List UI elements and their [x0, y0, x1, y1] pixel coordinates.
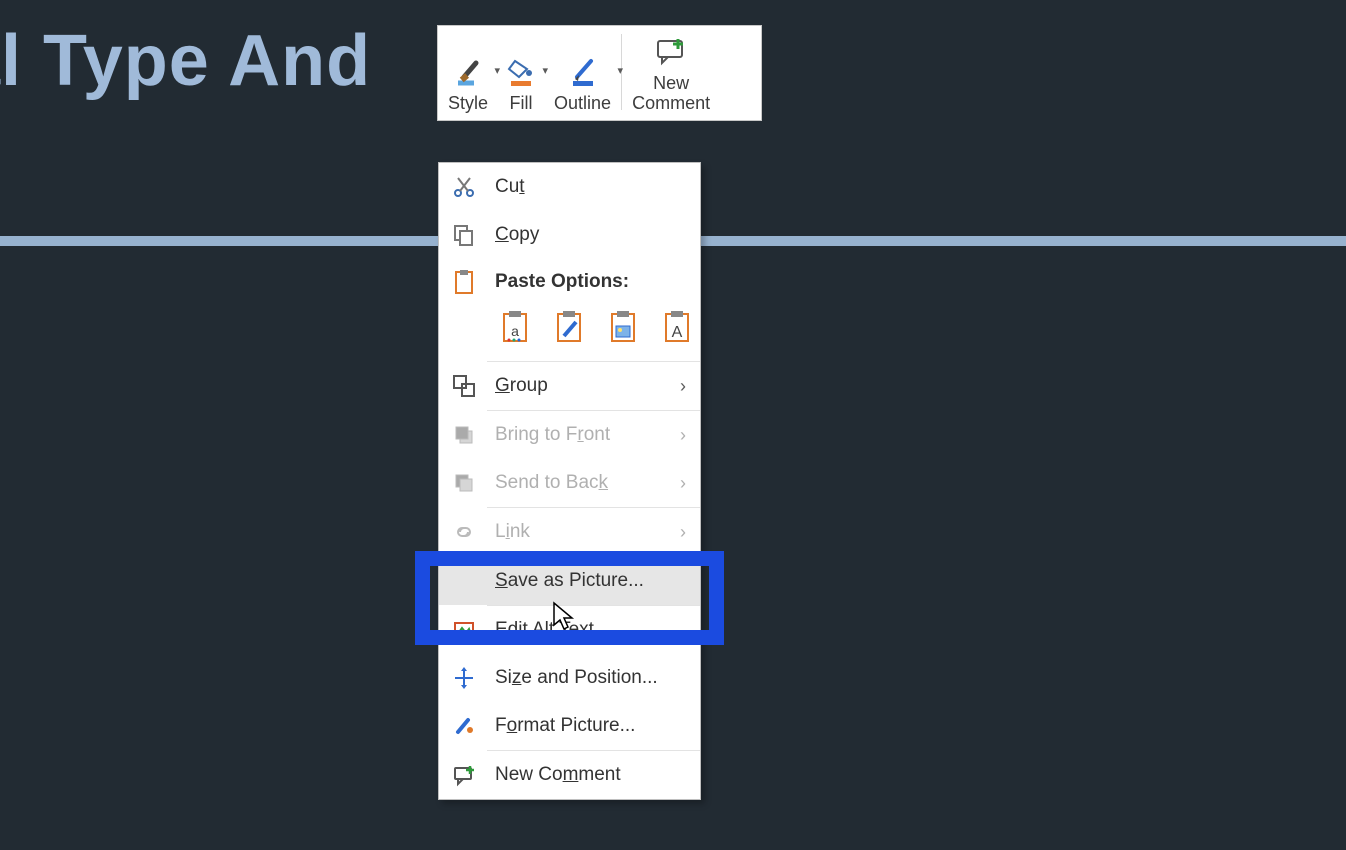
menu-item-label: Bring to Front — [495, 424, 662, 446]
chevron-down-icon: ▾ — [618, 64, 624, 77]
fill-bucket-icon — [504, 54, 538, 88]
chevron-right-icon: › — [680, 376, 686, 397]
alt-text-icon — [451, 617, 477, 643]
menu-item-label: Save as Picture... — [495, 570, 686, 592]
new-comment-label: New Comment — [632, 74, 710, 114]
outline-dropdown-button[interactable]: ▾ Outline — [546, 50, 619, 114]
group-icon — [451, 373, 477, 399]
new-comment-icon — [654, 34, 688, 68]
scissors-icon — [451, 174, 477, 200]
style-dropdown-button[interactable]: ▾ Style — [440, 50, 496, 114]
size-position-icon — [451, 665, 477, 691]
menu-item-format-picture[interactable]: Format Picture... — [439, 702, 700, 750]
menu-item-new-comment[interactable]: New Comment — [439, 751, 700, 799]
menu-item-edit-alt-text[interactable]: Edit Alt Text... — [439, 606, 700, 654]
menu-item-label: New Comment — [495, 764, 686, 786]
menu-item-cut[interactable]: Cut — [439, 163, 700, 211]
new-comment-button[interactable]: New Comment — [624, 30, 718, 114]
menu-item-save-as-picture[interactable]: Save as Picture... — [439, 557, 700, 605]
copy-icon — [451, 222, 477, 248]
menu-item-label: Size and Position... — [495, 667, 686, 689]
menu-item-label: Edit Alt Text... — [495, 619, 686, 641]
blank-icon — [451, 568, 477, 594]
outline-label: Outline — [554, 94, 611, 114]
outline-pen-icon — [566, 54, 600, 88]
menu-item-send-to-back: Send to Back › — [439, 459, 700, 507]
paste-keep-text-only-button[interactable]: A — [657, 307, 697, 347]
link-icon — [451, 519, 477, 545]
format-picture-icon — [451, 713, 477, 739]
menu-paste-options-header: Paste Options: — [439, 259, 700, 305]
paste-use-destination-theme-button[interactable]: a — [495, 307, 535, 347]
style-brush-icon — [451, 54, 485, 88]
paste-options-row: a A — [439, 305, 700, 361]
new-comment-icon — [451, 762, 477, 788]
paste-keep-source-formatting-button[interactable] — [549, 307, 589, 347]
menu-item-label: Link — [495, 521, 662, 543]
paste-picture-button[interactable] — [603, 307, 643, 347]
clipboard-icon — [451, 269, 477, 295]
menu-item-label: Format Picture... — [495, 715, 686, 737]
menu-item-label: Send to Back — [495, 472, 662, 494]
menu-item-label: Group — [495, 375, 662, 397]
chevron-right-icon: › — [680, 425, 686, 446]
menu-item-copy[interactable]: Copy — [439, 211, 700, 259]
bring-to-front-icon — [451, 422, 477, 448]
menu-item-link: Link › — [439, 508, 700, 556]
menu-item-size-and-position[interactable]: Size and Position... — [439, 654, 700, 702]
context-menu: Cut Copy Paste Options: a — [438, 162, 701, 800]
style-label: Style — [448, 94, 488, 114]
fill-dropdown-button[interactable]: ▾ Fill — [496, 50, 546, 114]
svg-text:a: a — [511, 323, 519, 339]
mini-toolbar: ▾ Style ▾ Fill ▾ Outline — [437, 25, 762, 121]
menu-item-label: Copy — [495, 224, 686, 246]
fill-label: Fill — [510, 94, 533, 114]
slide-title-text-partial: al Type And — [0, 20, 371, 102]
paste-options-label: Paste Options: — [495, 271, 686, 293]
chevron-right-icon: › — [680, 473, 686, 494]
send-to-back-icon — [451, 470, 477, 496]
chevron-right-icon: › — [680, 522, 686, 543]
menu-item-bring-to-front: Bring to Front › — [439, 411, 700, 459]
menu-item-label: Cut — [495, 176, 686, 198]
menu-item-group[interactable]: Group › — [439, 362, 700, 410]
svg-text:A: A — [672, 324, 683, 341]
